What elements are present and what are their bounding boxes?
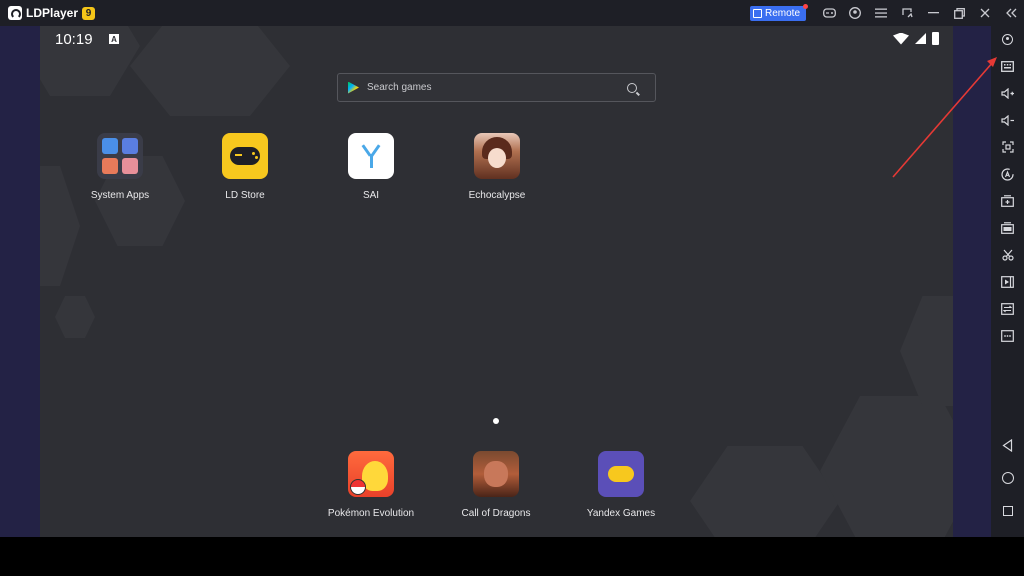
yandex-games-icon (598, 451, 644, 497)
app-sai[interactable]: SAI (316, 133, 426, 201)
wifi-icon (893, 32, 909, 45)
screenshot-icon[interactable] (991, 136, 1024, 158)
title-bar: LDPlayer 9 Remote (0, 0, 1024, 26)
ld-store-icon (222, 133, 268, 179)
gamepad-icon[interactable] (816, 0, 842, 26)
account-icon[interactable] (842, 0, 868, 26)
sync-icon[interactable] (894, 0, 920, 26)
side-toolbar (991, 26, 1024, 537)
app-pokemon-evolution[interactable]: Pokémon Evolution (316, 451, 426, 519)
system-apps-folder-icon (97, 133, 143, 179)
echocalypse-icon (474, 133, 520, 179)
apk-install-icon[interactable] (991, 217, 1024, 239)
app-logo: LDPlayer 9 (8, 6, 96, 20)
battery-icon (932, 32, 939, 45)
back-nav-icon[interactable] (991, 434, 1024, 456)
status-icons (893, 32, 939, 45)
app-label: Call of Dragons (461, 508, 531, 519)
collapse-sidebar-icon[interactable] (998, 0, 1024, 26)
menu-icon[interactable] (868, 0, 894, 26)
remote-icon (752, 8, 762, 18)
background-hexagon (55, 296, 95, 338)
volume-down-icon[interactable] (991, 109, 1024, 131)
app-ld-store[interactable]: LD Store (190, 133, 300, 201)
right-frame (953, 26, 991, 537)
restore-icon[interactable] (946, 0, 972, 26)
more-icon[interactable] (991, 325, 1024, 347)
volume-up-icon[interactable] (991, 82, 1024, 104)
notification-a-icon: A (109, 34, 119, 44)
app-call-of-dragons[interactable]: Call of Dragons (441, 451, 551, 519)
add-apk-icon[interactable] (991, 190, 1024, 212)
recent-apps-icon[interactable] (991, 500, 1024, 522)
android-home-screen[interactable]: 10:19 A Search games System Apps LD Stor… (40, 26, 953, 537)
status-time: 10:19 (55, 31, 93, 48)
remote-label: Remote (764, 7, 800, 19)
remote-button[interactable]: Remote (749, 3, 808, 21)
call-of-dragons-icon (473, 451, 519, 497)
ldplayer-window: LDPlayer 9 Remote 10:19 A Search games S… (0, 0, 1024, 576)
google-play-icon (348, 81, 359, 94)
home-nav-icon[interactable] (991, 467, 1024, 489)
page-indicator-dot (493, 418, 499, 424)
video-record-icon[interactable] (991, 271, 1024, 293)
background-hexagon (900, 296, 953, 406)
notification-dot (803, 3, 808, 9)
search-games-bar[interactable]: Search games (337, 73, 656, 102)
sai-icon (348, 133, 394, 179)
search-placeholder: Search games (367, 82, 432, 93)
app-name: LDPlayer (26, 6, 79, 20)
background-hexagon (690, 446, 840, 537)
app-label: LD Store (225, 190, 265, 201)
scissors-icon[interactable] (991, 244, 1024, 266)
keyboard-mapping-icon[interactable] (991, 55, 1024, 77)
app-echocalypse[interactable]: Echocalypse (442, 133, 552, 201)
minimize-icon[interactable] (920, 0, 946, 26)
pokemon-evolution-icon (348, 451, 394, 497)
version-badge: 9 (82, 6, 96, 20)
rotate-icon[interactable] (991, 163, 1024, 185)
background-hexagon (820, 396, 953, 537)
title-bar-controls: Remote (749, 0, 1024, 26)
settings-icon[interactable] (991, 28, 1024, 50)
search-icon[interactable] (627, 82, 637, 93)
sync-operation-icon[interactable] (991, 298, 1024, 320)
app-label: Yandex Games (586, 508, 656, 519)
ldplayer-logo-icon (8, 6, 22, 20)
app-label: System Apps (90, 190, 150, 201)
app-label: Pokémon Evolution (327, 508, 415, 519)
app-label: SAI (362, 190, 380, 201)
app-yandex-games[interactable]: Yandex Games (566, 451, 676, 519)
signal-icon (915, 33, 926, 44)
app-system-apps[interactable]: System Apps (65, 133, 175, 201)
left-frame (0, 26, 40, 537)
close-icon[interactable] (972, 0, 998, 26)
background-hexagon (130, 26, 290, 116)
app-label: Echocalypse (468, 190, 526, 201)
